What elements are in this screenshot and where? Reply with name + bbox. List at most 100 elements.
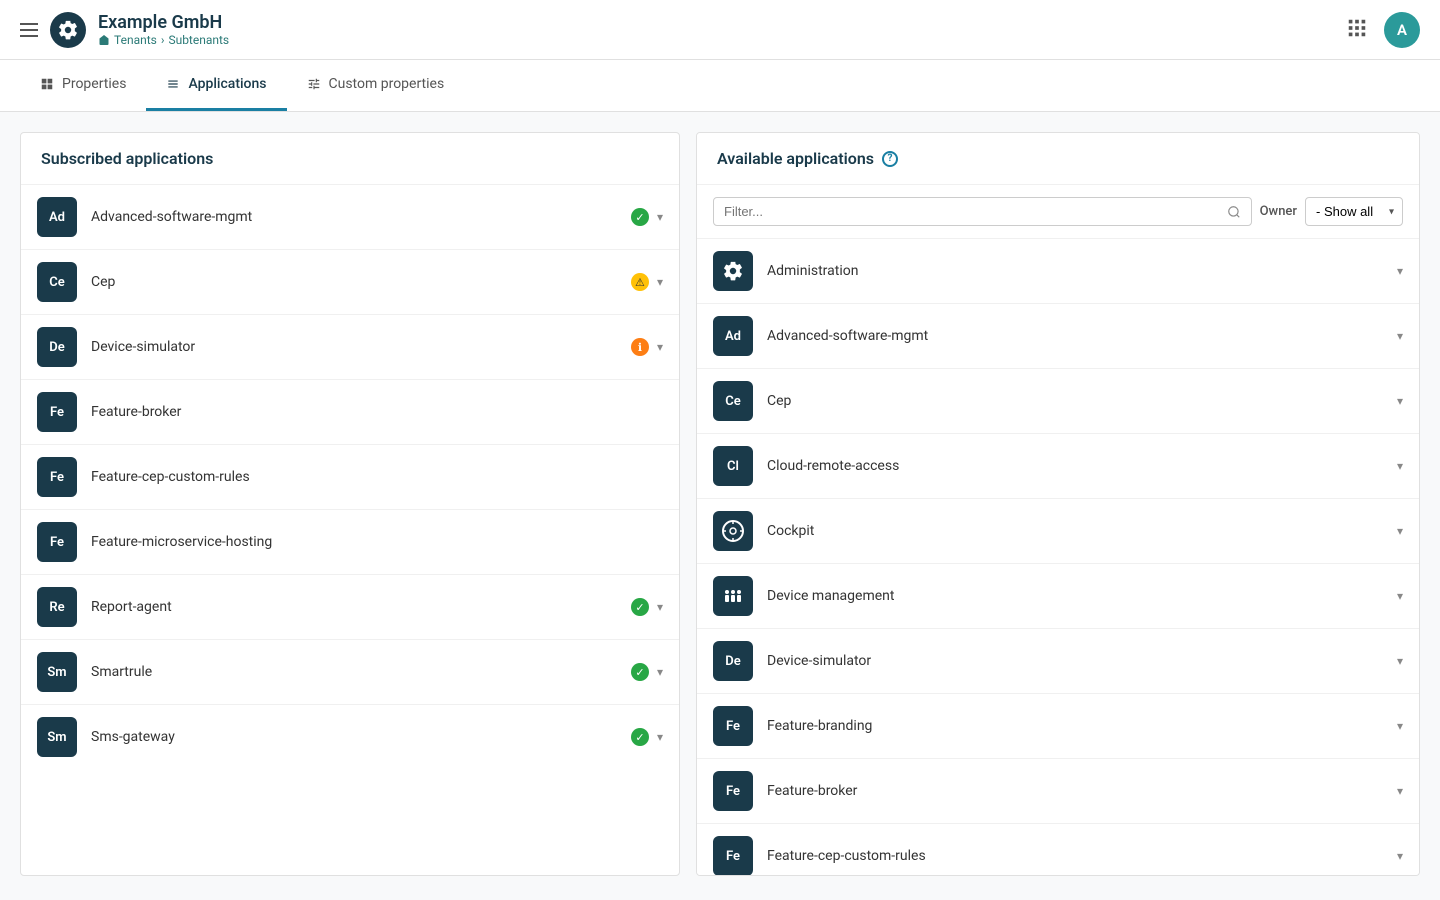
breadcrumb-subtenants[interactable]: Subtenants — [168, 33, 229, 47]
list-item[interactable]: Fe Feature-broker — [21, 380, 679, 445]
subscribed-title: Subscribed applications — [41, 149, 213, 168]
app-icon-fe-broker2: Fe — [713, 771, 753, 811]
list-item[interactable]: Ce Cep ⚠ ▾ — [21, 250, 679, 315]
app-name: Smartrule — [91, 664, 623, 680]
list-item[interactable]: Ce Cep ▾ — [697, 369, 1419, 434]
list-item[interactable]: Re Report-agent ✓ ▾ — [21, 575, 679, 640]
app-icon-device-mgmt — [713, 576, 753, 616]
app-icon-fe2: Fe — [37, 457, 77, 497]
grid-icon[interactable] — [1346, 17, 1368, 43]
list-item[interactable]: Cockpit ▾ — [697, 499, 1419, 564]
filter-bar: Owner - Show all ▾ — [697, 185, 1419, 239]
status-badge-warning: ⚠ — [631, 273, 649, 291]
subscribed-panel: Subscribed applications Ad Advanced-soft… — [20, 132, 680, 876]
list-item[interactable]: Cl Cloud-remote-access ▾ — [697, 434, 1419, 499]
app-icon-fe-cep2: Fe — [713, 836, 753, 876]
list-item[interactable]: Ad Advanced-software-mgmt ▾ — [697, 304, 1419, 369]
list-item[interactable]: De Device-simulator ℹ ▾ — [21, 315, 679, 380]
app-icon-ce: Ce — [37, 262, 77, 302]
menu-icon[interactable] — [20, 23, 38, 37]
header: Example GmbH Tenants › Subtenants A — [0, 0, 1440, 60]
app-name: Feature-cep-custom-rules — [767, 848, 1389, 864]
chevron-down-icon: ▾ — [657, 210, 663, 224]
app-name: Administration — [767, 263, 1389, 279]
app-name: Advanced-software-mgmt — [91, 209, 623, 225]
chevron-down-icon: ▾ — [657, 340, 663, 354]
owner-select[interactable]: - Show all — [1316, 204, 1374, 219]
chevron-down-icon: ▾ — [1397, 524, 1403, 538]
app-name: Sms-gateway — [91, 729, 623, 745]
tab-applications[interactable]: Applications — [146, 60, 286, 111]
company-logo — [50, 12, 86, 48]
chevron-down-icon: ▾ — [1397, 329, 1403, 343]
list-item[interactable]: De Device-simulator ▾ — [697, 629, 1419, 694]
app-name: Cep — [767, 393, 1389, 409]
status-badge-green2: ✓ — [631, 598, 649, 616]
chevron-down-icon: ▾ — [1397, 589, 1403, 603]
list-item[interactable]: Sm Sms-gateway ✓ ▾ — [21, 705, 679, 769]
app-name: Feature-broker — [767, 783, 1389, 799]
chevron-down-icon: ▾ — [1397, 784, 1403, 798]
chevron-down-icon: ▾ — [657, 600, 663, 614]
breadcrumb-tenants[interactable]: Tenants — [114, 33, 157, 47]
app-icon-fe: Fe — [37, 392, 77, 432]
app-icon-cl: Cl — [713, 446, 753, 486]
chevron-down-icon: ▾ — [1389, 206, 1394, 217]
subscribed-panel-header: Subscribed applications — [21, 133, 679, 185]
app-name: Feature-branding — [767, 718, 1389, 734]
app-icon-fe-branding: Fe — [713, 706, 753, 746]
app-name: Device-simulator — [767, 653, 1389, 669]
search-input[interactable] — [724, 204, 1221, 219]
owner-label: Owner — [1260, 204, 1297, 219]
list-item[interactable]: Device management ▾ — [697, 564, 1419, 629]
available-panel-header: Available applications ? — [697, 133, 1419, 185]
search-icon — [1227, 205, 1241, 219]
app-icon-de2: De — [713, 641, 753, 681]
chevron-down-icon: ▾ — [1397, 849, 1403, 863]
list-item[interactable]: Sm Smartrule ✓ ▾ — [21, 640, 679, 705]
avatar[interactable]: A — [1384, 12, 1420, 48]
header-right: A — [1346, 12, 1420, 48]
app-name: Feature-cep-custom-rules — [91, 469, 663, 485]
status-badge-green: ✓ — [631, 208, 649, 226]
main-content: Subscribed applications Ad Advanced-soft… — [0, 112, 1440, 896]
chevron-down-icon: ▾ — [1397, 654, 1403, 668]
status-badge-green4: ✓ — [631, 728, 649, 746]
list-item[interactable]: Fe Feature-cep-custom-rules — [21, 445, 679, 510]
list-item[interactable]: Fe Feature-cep-custom-rules ▾ — [697, 824, 1419, 876]
list-item[interactable]: Administration ▾ — [697, 239, 1419, 304]
app-icon-de: De — [37, 327, 77, 367]
info-icon[interactable]: ? — [882, 151, 898, 167]
available-title: Available applications — [717, 149, 874, 168]
app-icon-ce2: Ce — [713, 381, 753, 421]
list-item[interactable]: Fe Feature-branding ▾ — [697, 694, 1419, 759]
chevron-down-icon: ▾ — [657, 665, 663, 679]
status-badge-green3: ✓ — [631, 663, 649, 681]
app-icon-ad2: Ad — [713, 316, 753, 356]
list-item[interactable]: Fe Feature-microservice-hosting — [21, 510, 679, 575]
owner-select-wrap[interactable]: - Show all ▾ — [1305, 197, 1403, 226]
app-name: Feature-microservice-hosting — [91, 534, 663, 550]
company-name: Example GmbH — [98, 12, 229, 33]
app-icon-ad: Ad — [37, 197, 77, 237]
chevron-down-icon: ▾ — [657, 275, 663, 289]
app-name: Report-agent — [91, 599, 623, 615]
list-item[interactable]: Fe Feature-broker ▾ — [697, 759, 1419, 824]
app-name: Device-simulator — [91, 339, 623, 355]
app-icon-fe3: Fe — [37, 522, 77, 562]
header-left: Example GmbH Tenants › Subtenants — [20, 12, 229, 48]
list-item[interactable]: Ad Advanced-software-mgmt ✓ ▾ — [21, 185, 679, 250]
nav-tabs: Properties Applications Custom propertie… — [0, 60, 1440, 112]
chevron-down-icon: ▾ — [1397, 719, 1403, 733]
app-name: Cloud-remote-access — [767, 458, 1389, 474]
status-badge-orange: ℹ — [631, 338, 649, 356]
chevron-down-icon: ▾ — [657, 730, 663, 744]
title-group: Example GmbH Tenants › Subtenants — [98, 12, 229, 47]
tab-properties[interactable]: Properties — [20, 60, 146, 111]
app-name: Device management — [767, 588, 1389, 604]
tab-custom-properties[interactable]: Custom properties — [287, 60, 465, 111]
breadcrumb: Tenants › Subtenants — [98, 33, 229, 47]
app-icon-re: Re — [37, 587, 77, 627]
available-panel: Available applications ? Owner - Show al… — [696, 132, 1420, 876]
app-name: Cep — [91, 274, 623, 290]
